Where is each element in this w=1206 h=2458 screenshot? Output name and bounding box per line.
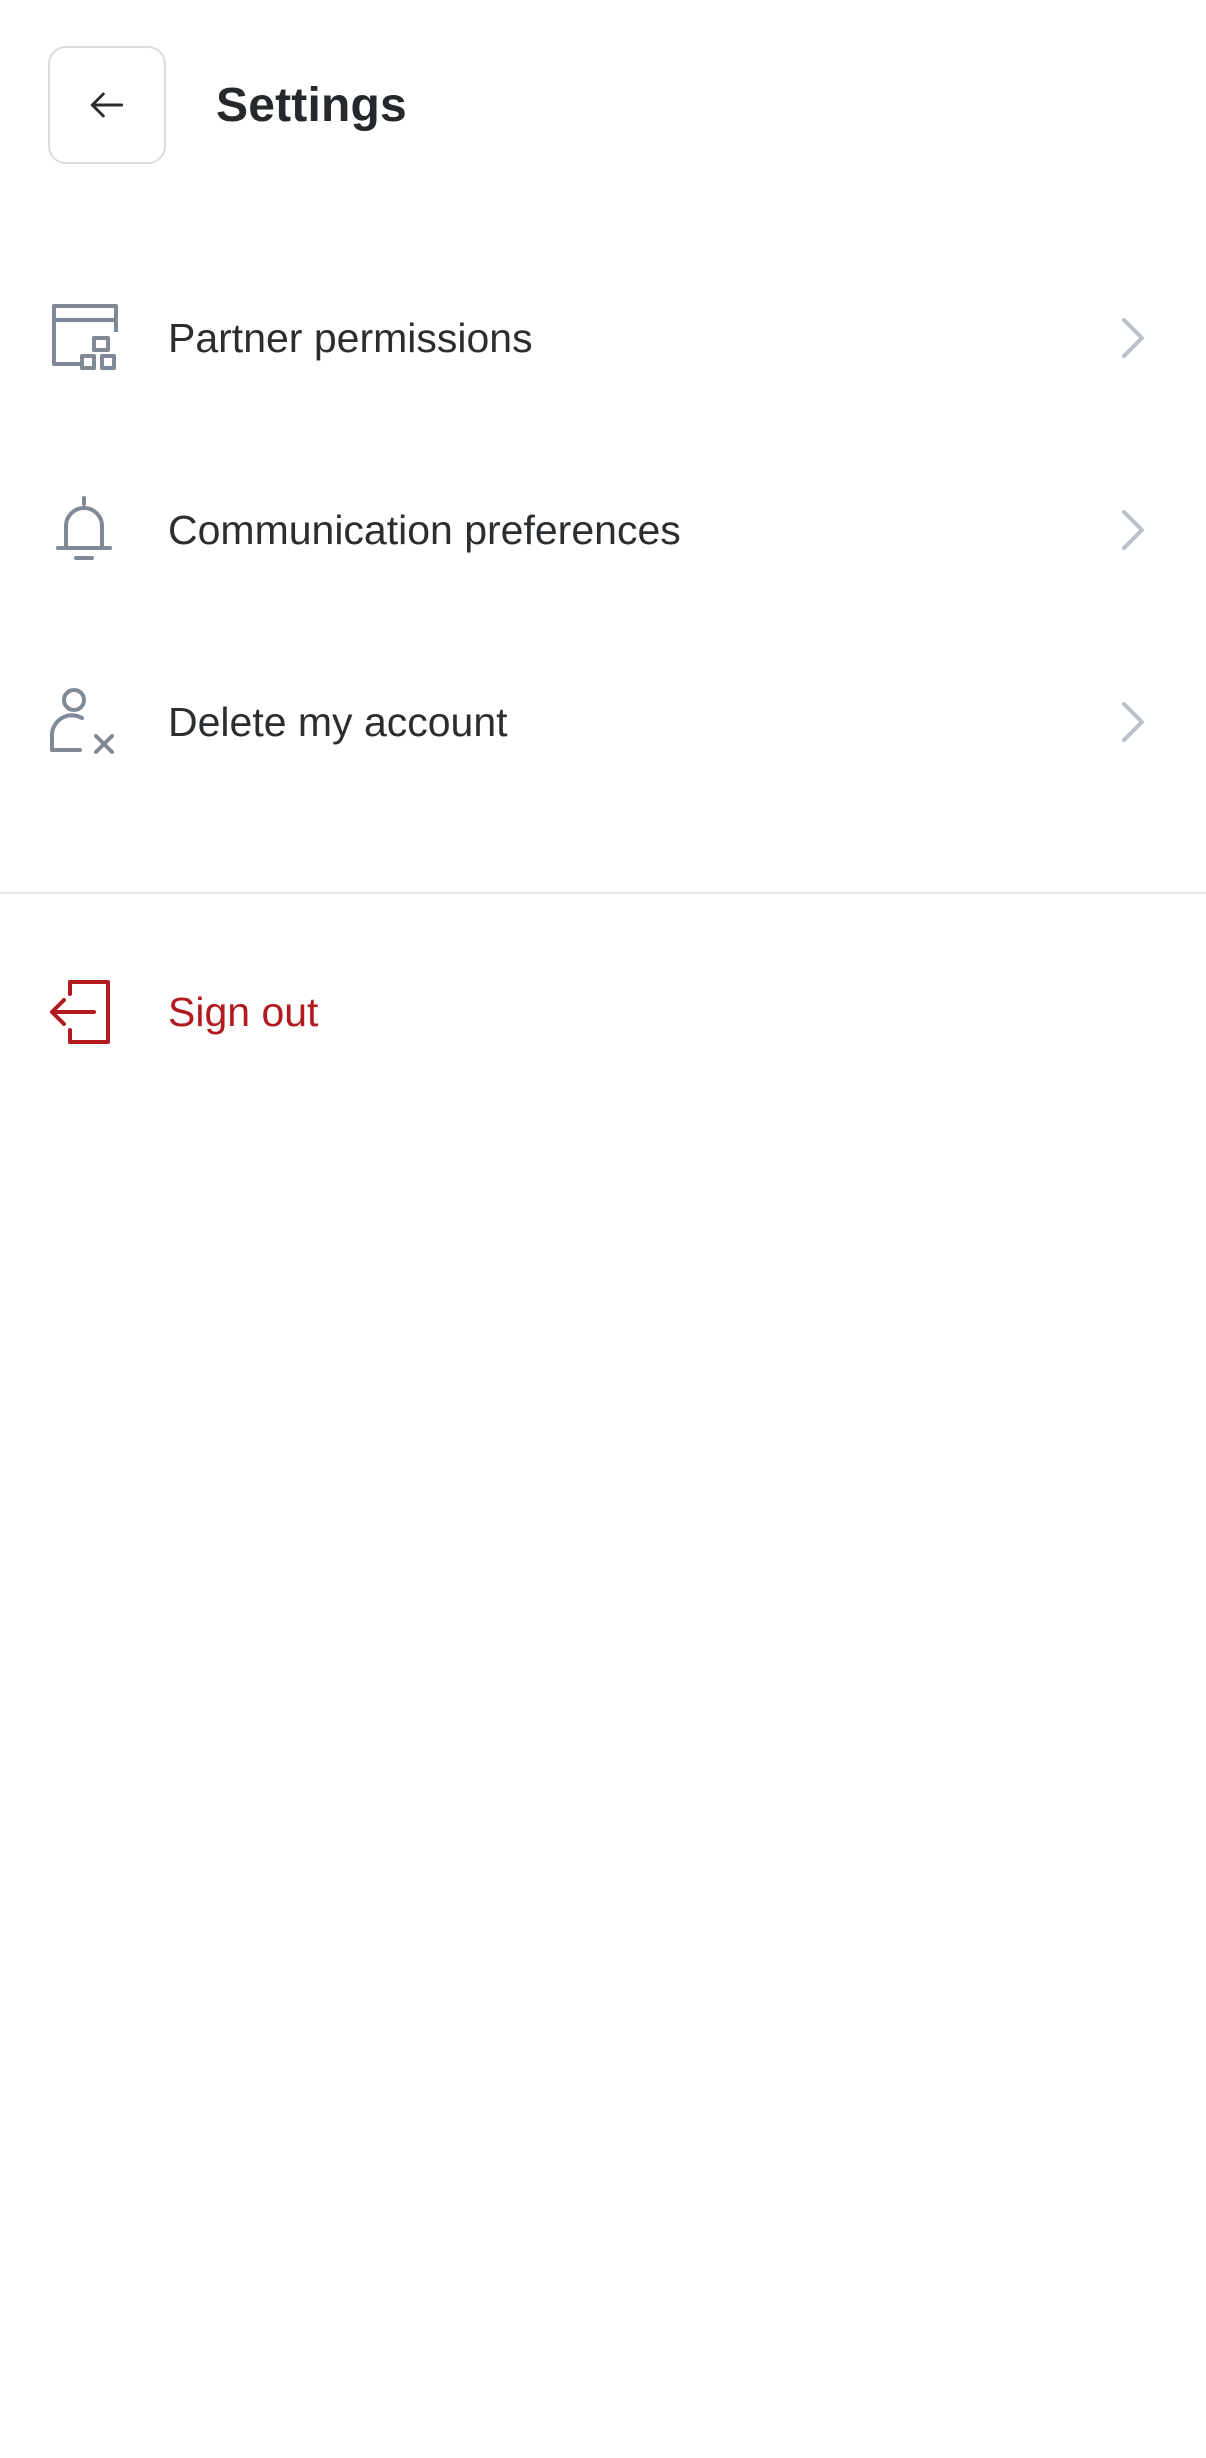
app-header: Settings (0, 0, 1206, 212)
settings-menu: Partner permissions Communication prefer… (0, 242, 1206, 818)
menu-item-label: Partner permissions (168, 315, 533, 361)
section-divider (0, 892, 1206, 894)
menu-item-partner-permissions[interactable]: Partner permissions (0, 242, 1206, 434)
back-button[interactable] (48, 46, 166, 164)
user-remove-icon (44, 682, 124, 762)
dashboard-layout-icon (44, 298, 124, 378)
bell-icon (44, 490, 124, 570)
page-title: Settings (216, 79, 407, 132)
arrow-left-icon (85, 83, 129, 127)
menu-item-communication-preferences[interactable]: Communication preferences (0, 434, 1206, 626)
chevron-right-icon (1108, 506, 1156, 554)
chevron-right-icon (1108, 314, 1156, 362)
menu-item-delete-account[interactable]: Delete my account (0, 626, 1206, 818)
sign-out-button[interactable]: Sign out (0, 962, 1206, 1062)
sign-out-icon (44, 972, 124, 1052)
sign-out-label: Sign out (168, 989, 319, 1035)
menu-item-label: Delete my account (168, 699, 508, 745)
menu-item-label: Communication preferences (168, 507, 681, 553)
chevron-right-icon (1108, 698, 1156, 746)
